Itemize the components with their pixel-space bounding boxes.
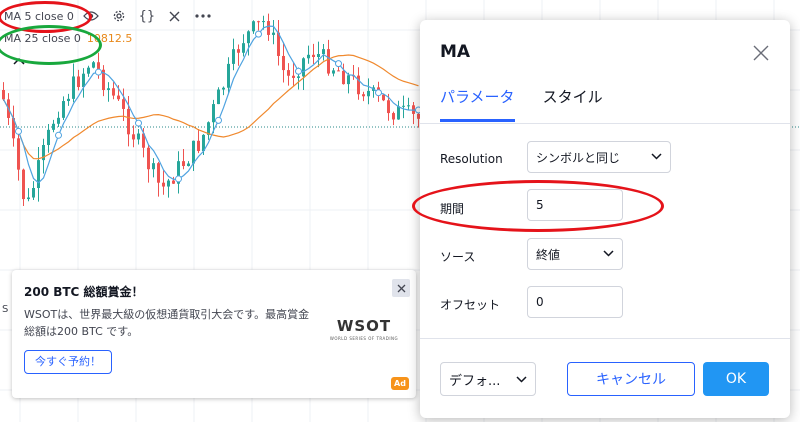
resolution-label: Resolution bbox=[440, 152, 503, 166]
chevron-down-icon bbox=[516, 376, 527, 383]
ma25-line bbox=[2, 54, 419, 160]
close-icon[interactable] bbox=[164, 7, 186, 25]
ad-close-button[interactable] bbox=[392, 279, 410, 297]
legend-collapse-button[interactable] bbox=[10, 54, 28, 68]
ad-title: 200 BTC 総額賞金！ bbox=[24, 285, 144, 299]
resolution-value: シンボルと同じ bbox=[536, 150, 621, 165]
chart-edge-label: S bbox=[2, 304, 8, 315]
period-value: 5 bbox=[536, 198, 544, 212]
source-label: ソース bbox=[440, 250, 476, 264]
tab-parameters[interactable]: パラメータ bbox=[440, 86, 515, 122]
defaults-dropdown[interactable]: デフォ... bbox=[440, 362, 536, 396]
ok-button[interactable]: OK bbox=[703, 362, 769, 396]
dialog-close-button[interactable] bbox=[752, 44, 770, 62]
chevron-down-icon bbox=[603, 250, 614, 257]
close-icon bbox=[753, 45, 769, 61]
offset-label: オフセット bbox=[440, 298, 501, 312]
ad-body: WSOTは、世界最大級の仮想通貨取引大会です。最高賞金総額は200 BTC です… bbox=[24, 308, 310, 338]
ma25-legend-value: 10812.5 bbox=[86, 32, 133, 45]
offset-input[interactable]: 0 bbox=[527, 286, 623, 318]
defaults-label: デフォ... bbox=[449, 373, 501, 389]
eye-icon[interactable] bbox=[80, 7, 102, 25]
chevron-up-icon bbox=[13, 57, 25, 65]
dialog-title: MA bbox=[440, 42, 471, 62]
ad-reserve-button[interactable]: 今すぐ予約！ bbox=[24, 350, 112, 374]
tab-style[interactable]: スタイル bbox=[543, 86, 603, 122]
offset-value: 0 bbox=[536, 295, 544, 309]
source-select[interactable]: 終値 bbox=[527, 238, 623, 270]
chevron-down-icon bbox=[651, 153, 662, 160]
tab-divider bbox=[420, 123, 790, 124]
ma-settings-dialog: MA パラメータ スタイル Resolution シンボルと同じ 期間 5 ソー… bbox=[420, 20, 790, 418]
wsot-logo: WSOT WORLD SERIES OF TRADING bbox=[329, 317, 399, 341]
ma5-legend-label: MA 5 close 0 bbox=[4, 9, 74, 23]
ad-badge: Ad bbox=[391, 377, 409, 390]
footer-divider bbox=[420, 338, 790, 339]
period-input[interactable]: 5 bbox=[527, 189, 623, 221]
braces-icon[interactable]: {} bbox=[136, 7, 158, 25]
ad-banner[interactable]: 200 BTC 総額賞金！ WSOTは、世界最大級の仮想通貨取引大会です。最高賞… bbox=[12, 270, 416, 398]
ma5-legend[interactable]: MA 5 close 0 {} bbox=[4, 7, 214, 25]
source-value: 終値 bbox=[536, 247, 561, 262]
resolution-select[interactable]: シンボルと同じ bbox=[527, 141, 671, 173]
period-label: 期間 bbox=[440, 202, 465, 216]
close-icon bbox=[397, 284, 405, 292]
ma25-legend[interactable]: MA 25 close 0 10812.5 bbox=[4, 32, 132, 45]
ma5-markers bbox=[15, 30, 422, 183]
gear-icon[interactable] bbox=[108, 7, 130, 25]
cancel-button[interactable]: キャンセル bbox=[567, 362, 695, 396]
more-icon[interactable] bbox=[192, 7, 214, 25]
ma25-legend-label: MA 25 close 0 bbox=[4, 32, 81, 45]
ma5-line bbox=[2, 25, 419, 184]
